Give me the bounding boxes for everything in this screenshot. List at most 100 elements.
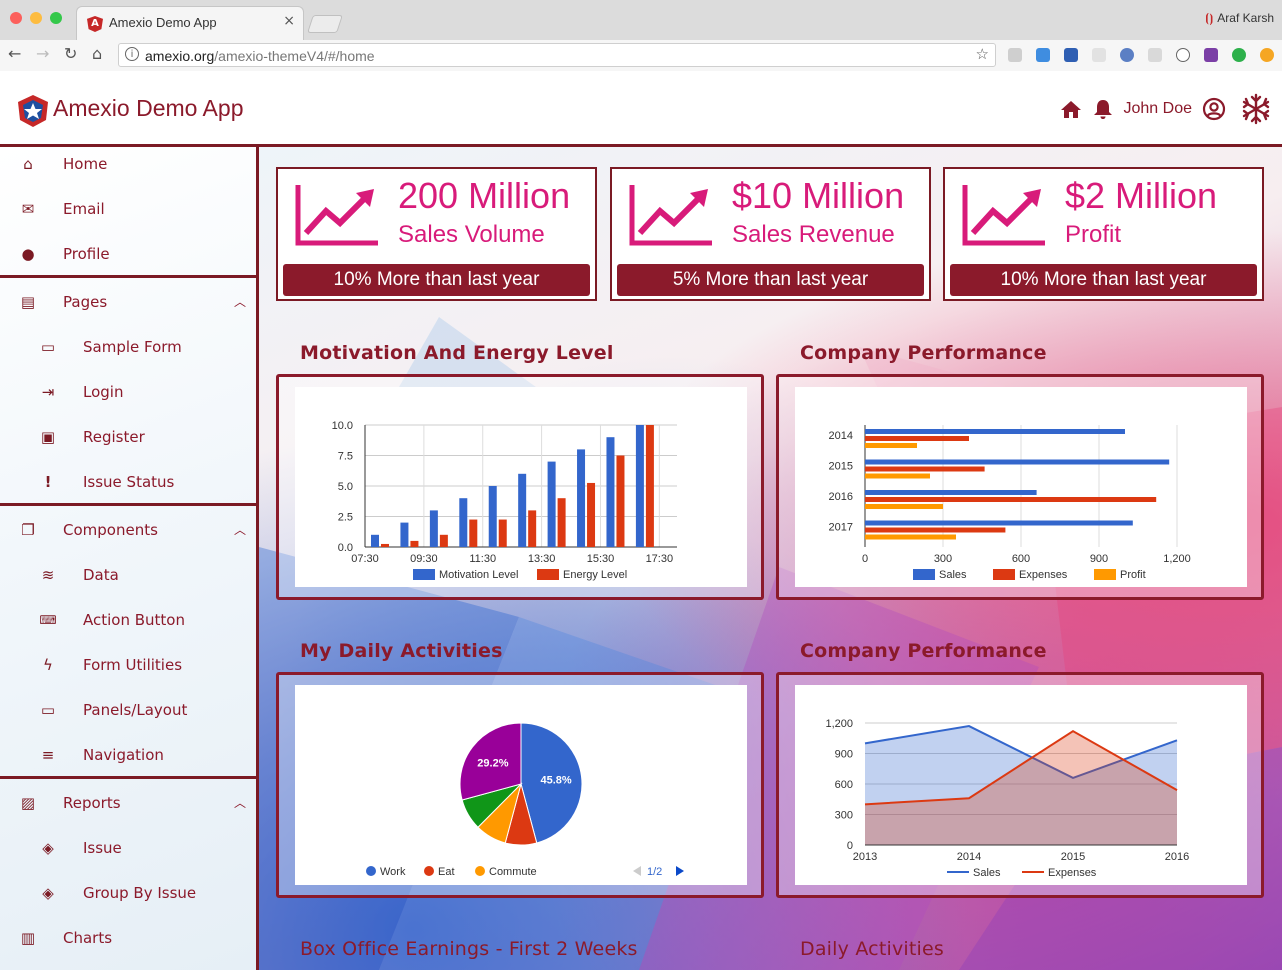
bar-0-0 bbox=[371, 534, 379, 547]
y-tick-label: 900 bbox=[835, 749, 853, 761]
bar-0-4 bbox=[488, 486, 497, 547]
sidebar-item-home[interactable]: ⌂ Home bbox=[0, 141, 256, 186]
stat-label: Sales Revenue bbox=[732, 221, 895, 248]
bar-1-3 bbox=[865, 527, 1006, 533]
x-tick-label: 07:30 bbox=[351, 553, 379, 565]
sidebar-item-issue-status[interactable]: ! Issue Status bbox=[0, 459, 256, 504]
legend-label: Energy Level bbox=[563, 569, 627, 581]
sidebar-item-components[interactable]: ❐ Components ︿ bbox=[0, 507, 256, 552]
sidebar-divider bbox=[0, 275, 256, 278]
browser-tab[interactable]: A Amexio Demo App × bbox=[76, 6, 304, 40]
stat-card-sales-volume: 200 Million Sales Volume 10% More than l… bbox=[276, 167, 597, 301]
new-tab-button[interactable] bbox=[307, 15, 343, 33]
envelope-icon: ✉ bbox=[21, 199, 35, 218]
image-icon: ▨ bbox=[20, 793, 36, 812]
y-tick-label: 2.5 bbox=[338, 512, 353, 524]
bolt-icon: ϟ bbox=[43, 655, 53, 674]
sidebar-item-navigation[interactable]: ≡ Navigation bbox=[0, 732, 256, 777]
column-chart: 0.02.55.07.510.007:30 09:30 11:30 13:30 15:3… bbox=[332, 420, 677, 581]
sidebar-item-reports[interactable]: ▨ Reports ︿ bbox=[0, 780, 256, 825]
extension-code-icon[interactable] bbox=[1148, 48, 1162, 62]
legend-label: Commute bbox=[489, 866, 537, 878]
sidebar-item-charts[interactable]: ▥ Charts bbox=[0, 915, 256, 960]
reload-icon[interactable]: ↻ bbox=[64, 44, 77, 63]
y-tick-label: 10.0 bbox=[332, 420, 353, 432]
legend-label: Eat bbox=[438, 866, 455, 878]
bar-0-6 bbox=[547, 461, 556, 547]
bookmark-star-icon[interactable]: ☆ bbox=[976, 45, 989, 63]
extension-blue-icon[interactable] bbox=[1036, 48, 1050, 62]
home-icon[interactable] bbox=[1060, 99, 1082, 119]
home-icon: ⌂ bbox=[23, 154, 33, 173]
legend-page: 1/2 bbox=[647, 866, 662, 878]
tag-icon: ◈ bbox=[42, 838, 54, 857]
snowflake-icon[interactable] bbox=[1240, 93, 1272, 125]
bar-1-5 bbox=[528, 510, 537, 547]
sidebar-item-issue[interactable]: ◈ Issue bbox=[0, 825, 256, 870]
extension-leaf-icon[interactable] bbox=[1092, 48, 1106, 62]
home-browser-icon[interactable]: ⌂ bbox=[92, 44, 102, 63]
sidebar-item-pages[interactable]: ▤ Pages ︿ bbox=[0, 279, 256, 324]
legend-next-icon bbox=[676, 866, 684, 876]
sidebar-item-email[interactable]: ✉ Email bbox=[0, 186, 256, 231]
browser-titlebar: A Amexio Demo App × ⦗⦘ Araf Karsh bbox=[0, 0, 1282, 41]
back-arrow-icon[interactable]: ← bbox=[8, 44, 21, 63]
sidebar-item-action-button[interactable]: ⌨ Action Button bbox=[0, 597, 256, 642]
maximize-window-button[interactable] bbox=[50, 12, 62, 24]
x-tick-label: 11:30 bbox=[469, 553, 496, 565]
legend-dot bbox=[475, 866, 485, 876]
extension-grammarly-icon[interactable] bbox=[1232, 48, 1246, 62]
keyboard-icon: ⌨ bbox=[39, 612, 57, 627]
extension-exclamation-icon[interactable] bbox=[1064, 48, 1078, 62]
extension-cloud-icon[interactable] bbox=[1008, 48, 1022, 62]
extension-warning-icon[interactable] bbox=[1260, 48, 1274, 62]
x-tick-label: 15:30 bbox=[587, 553, 615, 565]
address-bar[interactable]: i amexio.org/amexio-themeV4/#/home ☆ bbox=[118, 43, 996, 67]
tab-close-icon[interactable]: × bbox=[283, 13, 295, 29]
x-tick-label: 2014 bbox=[957, 851, 981, 863]
trend-up-icon bbox=[295, 185, 378, 246]
sidebar-item-panels-layout[interactable]: ▭ Panels/Layout bbox=[0, 687, 256, 732]
minimize-window-button[interactable] bbox=[30, 12, 42, 24]
copy-icon: ❐ bbox=[21, 520, 35, 539]
bar-1-0 bbox=[381, 543, 389, 547]
sidebar-item-data[interactable]: ≋ Data bbox=[0, 552, 256, 597]
site-info-icon[interactable]: i bbox=[125, 47, 139, 61]
bar-0-7 bbox=[577, 449, 586, 547]
y-tick-label: 2015 bbox=[829, 461, 853, 473]
url-text: amexio.org/amexio-themeV4/#/home bbox=[145, 48, 375, 64]
pie-label: 45.8% bbox=[540, 774, 571, 786]
chevron-up-icon: ︿ bbox=[233, 796, 246, 810]
bar-1-9 bbox=[645, 425, 654, 547]
pie-label: 29.2% bbox=[477, 758, 508, 770]
sidebar-item-form-utilities[interactable]: ϟ Form Utilities bbox=[0, 642, 256, 687]
bell-icon[interactable] bbox=[1092, 98, 1114, 120]
extension-gauge-icon[interactable] bbox=[1176, 48, 1190, 62]
sidebar-item-login[interactable]: ⇥ Login bbox=[0, 369, 256, 414]
panel-daily-pie-chart: 45.8% 29.2% Work Eat Commute 1/2 bbox=[276, 672, 764, 898]
sidebar-item-group-by-issue[interactable]: ◈ Group By Issue bbox=[0, 870, 256, 915]
window-controls bbox=[10, 12, 62, 24]
x-tick-label: 2015 bbox=[1061, 851, 1085, 863]
legend-swatch bbox=[913, 569, 935, 580]
sidebar-item-register[interactable]: ▣ Register bbox=[0, 414, 256, 459]
bar-0-5 bbox=[518, 473, 527, 547]
sidebar-item-sample-form[interactable]: ▭ Sample Form bbox=[0, 324, 256, 369]
extension-globe-icon[interactable] bbox=[1120, 48, 1134, 62]
forward-arrow-icon[interactable]: → bbox=[36, 44, 49, 63]
stat-label: Sales Volume bbox=[398, 221, 545, 248]
main-content: 200 Million Sales Volume 10% More than l… bbox=[259, 147, 1282, 970]
legend-label: Work bbox=[380, 866, 406, 878]
user-name[interactable]: John Doe bbox=[1124, 100, 1193, 118]
browser-profile[interactable]: ⦗⦘ Araf Karsh bbox=[1205, 11, 1274, 26]
extension-onenote-icon[interactable] bbox=[1204, 48, 1218, 62]
bar-1-7 bbox=[587, 482, 596, 547]
bars-icon: ≡ bbox=[41, 745, 55, 764]
amexio-logo-icon bbox=[18, 95, 48, 127]
sidebar-item-profile[interactable]: ● Profile bbox=[0, 231, 256, 276]
user-circle-icon[interactable] bbox=[1202, 97, 1226, 121]
bar-2-1 bbox=[865, 473, 930, 479]
chevron-up-icon: ︿ bbox=[233, 295, 246, 309]
panel-company-area-chart: 0 300 600 900 1,200 2013 2014 2015 2016 Sales Expe… bbox=[776, 672, 1264, 898]
close-window-button[interactable] bbox=[10, 12, 22, 24]
